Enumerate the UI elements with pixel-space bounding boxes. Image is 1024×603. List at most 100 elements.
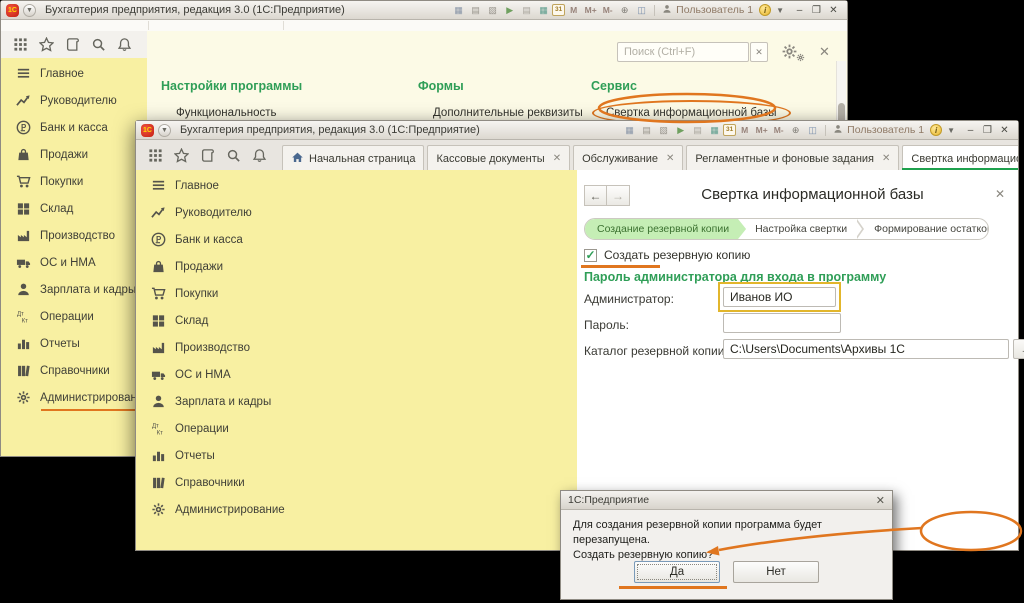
search-clear-button[interactable]: ✕	[750, 42, 768, 62]
memory-plus-button[interactable]: M+	[753, 124, 770, 137]
print-settings-icon[interactable]: ▤	[518, 4, 535, 17]
search-icon[interactable]	[225, 147, 242, 164]
backup-folder-input[interactable]	[723, 339, 1009, 359]
sidebar-item-zarplata-i-kadry[interactable]: Зарплата и кадры	[136, 388, 577, 415]
create-backup-checkbox[interactable]: ✓	[584, 249, 597, 262]
command-link[interactable]: Функциональность	[176, 107, 277, 119]
sidebar-item-os-i-nma[interactable]: ОС и НМА	[1, 249, 147, 276]
favorites-icon[interactable]	[173, 147, 190, 164]
print-preview-icon[interactable]: ▧	[484, 4, 501, 17]
browse-button[interactable]: ...	[1013, 339, 1024, 359]
service-menu-caret-icon[interactable]: ▼	[776, 6, 784, 15]
no-button[interactable]: Нет	[733, 561, 819, 583]
sidebar-item-operacii[interactable]: ДтКтОперации	[136, 415, 577, 442]
notifications-icon[interactable]	[251, 147, 268, 164]
print-icon[interactable]: ▤	[467, 4, 484, 17]
sidebar-item-sklad[interactable]: Склад	[136, 307, 577, 334]
minimize-button[interactable]: –	[962, 124, 979, 137]
calculator-icon[interactable]: ▦	[535, 4, 552, 17]
sidebar-item-pokupki[interactable]: Покупки	[1, 168, 147, 195]
sidebar-item-os-i-nma[interactable]: ОС и НМА	[136, 361, 577, 388]
menu-grid-icon[interactable]	[147, 147, 164, 164]
wizard-step-1[interactable]: Создание резервной копии	[585, 219, 746, 239]
print-preview-icon[interactable]: ▧	[655, 124, 672, 137]
info-icon[interactable]: i	[930, 124, 942, 136]
wizard-step-2[interactable]: Настройка свертки	[746, 219, 856, 239]
command-link[interactable]: Дополнительные реквизиты	[433, 107, 583, 119]
print-settings-icon[interactable]: ▤	[689, 124, 706, 137]
history-icon[interactable]	[199, 147, 216, 164]
yes-button[interactable]: Да	[634, 561, 720, 583]
close-button[interactable]: ✕	[996, 124, 1013, 137]
sidebar-item-bank-i-kassa[interactable]: PБанк и касса	[1, 114, 147, 141]
maximize-button[interactable]: ❐	[979, 124, 996, 137]
sidebar-item-spravochniki[interactable]: Справочники	[1, 357, 147, 384]
memory-button[interactable]: M	[736, 124, 753, 137]
memory-plus-button[interactable]: M+	[582, 4, 599, 17]
sidebar-item-zarplata-i-kadry[interactable]: Зарплата и кадры	[1, 276, 147, 303]
tab-obsluzhivanie[interactable]: Обслуживание✕	[573, 145, 683, 171]
search-input[interactable]	[617, 42, 749, 62]
zoom-icon[interactable]: ⊕	[616, 4, 633, 17]
back-button[interactable]: ←	[584, 185, 607, 206]
print-icon[interactable]: ▤	[638, 124, 655, 137]
sidebar-item-otchety[interactable]: Отчеты	[136, 442, 577, 469]
calendar-icon[interactable]: 31	[723, 124, 736, 136]
sidebar-item-prodazhi[interactable]: Продажи	[136, 253, 577, 280]
favorites-icon[interactable]	[38, 36, 55, 53]
sidebar-item-glavnoe[interactable]: Главное	[1, 60, 147, 87]
dialog-close-icon[interactable]: ✕	[876, 494, 885, 507]
system-menu-button[interactable]: ▼	[158, 124, 171, 137]
back-titlebar[interactable]: 1С ▼ Бухгалтерия предприятия, редакция 3…	[1, 1, 847, 20]
save-icon[interactable]: ▦	[450, 4, 467, 17]
page-close-icon[interactable]: ✕	[995, 187, 1005, 201]
administrator-input[interactable]	[723, 287, 836, 307]
menu-grid-icon[interactable]	[12, 36, 29, 53]
sidebar-item-spravochniki[interactable]: Справочники	[136, 469, 577, 496]
tab-close-icon[interactable]: ✕	[882, 153, 890, 164]
sidebar-item-otchety[interactable]: Отчеты	[1, 330, 147, 357]
tab-svertka-informacionnoj-bazy[interactable]: Свертка информационной базы✕	[902, 145, 1018, 171]
search-icon[interactable]	[90, 36, 107, 53]
tab-close-icon[interactable]: ✕	[666, 153, 674, 164]
password-input[interactable]	[723, 313, 841, 333]
split-icon[interactable]: ◫	[633, 4, 650, 17]
sidebar-item-pokupki[interactable]: Покупки	[136, 280, 577, 307]
tab-close-icon[interactable]: ✕	[553, 153, 561, 164]
sidebar-item-prodazhi[interactable]: Продажи	[1, 141, 147, 168]
minimize-button[interactable]: –	[791, 4, 808, 17]
sidebar-item-sklad[interactable]: Склад	[1, 195, 147, 222]
service-menu-caret-icon[interactable]: ▼	[947, 126, 955, 135]
zoom-icon[interactable]: ⊕	[787, 124, 804, 137]
sidebar-item-glavnoe[interactable]: Главное	[136, 172, 577, 199]
memory-minus-button[interactable]: M-	[770, 124, 787, 137]
panel-settings-gear-icon[interactable]	[781, 43, 805, 63]
info-icon[interactable]: i	[759, 4, 771, 16]
wizard-step-3[interactable]: Формирование остатков	[865, 219, 989, 239]
tab-reglamentnye-i-fonovye-zadaniya[interactable]: Регламентные и фоновые задания✕	[686, 145, 899, 171]
sidebar-item-operacii[interactable]: ДтКтОперации	[1, 303, 147, 330]
sidebar-item-proizvodstvo[interactable]: Производство	[1, 222, 147, 249]
sidebar-item-administrirovanie[interactable]: Администрирование	[1, 384, 147, 411]
history-icon[interactable]	[64, 36, 81, 53]
notifications-icon[interactable]	[116, 36, 133, 53]
split-icon[interactable]: ◫	[804, 124, 821, 137]
maximize-button[interactable]: ❐	[808, 4, 825, 17]
calendar-icon[interactable]: 31	[552, 4, 565, 16]
sidebar-item-proizvodstvo[interactable]: Производство	[136, 334, 577, 361]
sidebar-item-rukovoditelyu[interactable]: Руководителю	[136, 199, 577, 226]
close-button[interactable]: ✕	[825, 4, 842, 17]
save-icon[interactable]: ▦	[621, 124, 638, 137]
command-link[interactable]: Свертка информационной базы	[606, 107, 777, 119]
sidebar-item-rukovoditelyu[interactable]: Руководителю	[1, 87, 147, 114]
tab-home[interactable]: Начальная страница	[282, 145, 424, 171]
sidebar-item-administrirovanie[interactable]: Администрирование	[136, 496, 577, 523]
sidebar-item-bank-i-kassa[interactable]: PБанк и касса	[136, 226, 577, 253]
panel-close-icon[interactable]: ✕	[819, 44, 830, 60]
send-icon[interactable]: ▶	[501, 4, 518, 17]
calculator-icon[interactable]: ▦	[706, 124, 723, 137]
front-titlebar[interactable]: 1С ▼ Бухгалтерия предприятия, редакция 3…	[136, 121, 1018, 140]
send-icon[interactable]: ▶	[672, 124, 689, 137]
tab-kassovye-dokumenty[interactable]: Кассовые документы✕	[427, 145, 570, 171]
forward-button[interactable]: →	[607, 185, 630, 206]
